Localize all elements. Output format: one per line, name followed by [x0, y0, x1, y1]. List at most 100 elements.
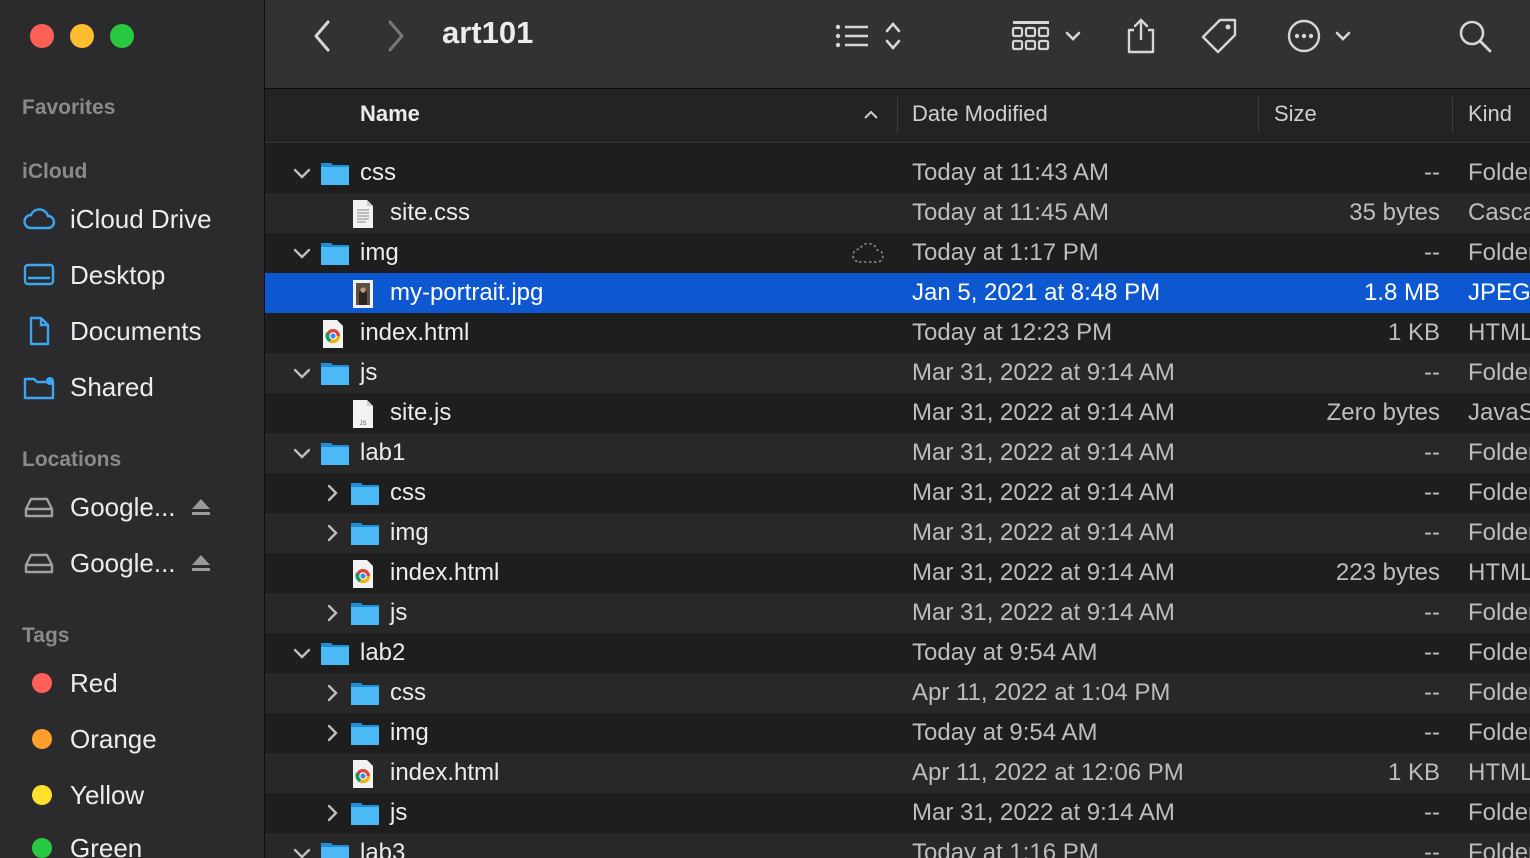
forward-button[interactable] — [377, 16, 413, 56]
sidebar-section-tags[interactable]: Tags — [22, 624, 69, 648]
sidebar-item-label: Documents — [70, 315, 202, 346]
html-file-icon — [350, 559, 380, 588]
file-kind: Folder — [1468, 719, 1530, 746]
chevron-right-icon[interactable] — [320, 721, 344, 745]
file-size: -- — [1424, 519, 1440, 546]
file-date-modified: Mar 31, 2022 at 9:14 AM — [912, 599, 1175, 626]
sidebar-item-shared[interactable]: Shared — [22, 365, 252, 409]
sidebar-item-label: Desktop — [70, 259, 166, 290]
file-row[interactable]: img Today at 9:54 AM -- Folder — [265, 713, 1530, 753]
chevron-down-icon[interactable] — [290, 441, 314, 465]
sidebar-section-favorites[interactable]: Favorites — [22, 96, 115, 120]
file-row[interactable]: index.html Today at 12:23 PM 1 KB HTML — [265, 313, 1530, 353]
file-date-modified: Jan 5, 2021 at 8:48 PM — [912, 279, 1161, 306]
sidebar-section-locations[interactable]: Locations — [22, 448, 121, 472]
file-date-modified: Apr 11, 2022 at 1:04 PM — [912, 679, 1171, 706]
file-row[interactable]: js Mar 31, 2022 at 9:14 AM -- Folder — [265, 793, 1530, 833]
file-size: 1 KB — [1387, 759, 1440, 786]
file-size: -- — [1424, 439, 1440, 466]
chevron-down-icon[interactable] — [290, 641, 314, 665]
chevron-down-icon[interactable] — [290, 361, 314, 385]
file-date-modified: Mar 31, 2022 at 9:14 AM — [912, 479, 1175, 506]
group-button[interactable] — [1007, 16, 1087, 56]
eject-icon[interactable] — [190, 553, 212, 578]
file-row[interactable]: js Mar 31, 2022 at 9:14 AM -- Folder — [265, 593, 1530, 633]
file-row[interactable]: js Mar 31, 2022 at 9:14 AM -- Folder — [265, 353, 1530, 393]
file-kind: Folder — [1468, 479, 1530, 506]
file-row[interactable]: site.css Today at 11:45 AM 35 bytes Cascadi… — [265, 193, 1530, 233]
file-row[interactable]: index.html Apr 11, 2022 at 12:06 PM 1 KB HT… — [265, 753, 1530, 793]
zoom-window-button[interactable] — [110, 24, 134, 48]
file-date-modified: Today at 9:54 AM — [912, 719, 1098, 746]
file-row[interactable]: img Today at 1:17 PM -- Folder — [265, 233, 1530, 273]
chevron-right-icon[interactable] — [320, 801, 344, 825]
chevron-right-icon[interactable] — [320, 681, 344, 705]
sidebar-item-documents[interactable]: Documents — [22, 309, 252, 353]
file-row[interactable]: lab2 Today at 9:54 AM -- Folder — [265, 633, 1530, 673]
column-header-date[interactable]: Date Modified — [912, 101, 1048, 127]
sidebar-item-label: Shared — [70, 371, 154, 402]
file-size: 1 KB — [1387, 319, 1440, 346]
file-row[interactable]: lab3 Today at 1:16 PM -- Folder — [265, 833, 1530, 858]
column-divider[interactable] — [1452, 97, 1453, 133]
document-icon — [22, 316, 58, 346]
column-divider[interactable] — [1258, 97, 1259, 133]
sidebar-item-tag-orange[interactable]: Orange — [22, 717, 252, 761]
sidebar-item-icloud-drive[interactable]: iCloud Drive — [22, 197, 252, 241]
sidebar-item-google-drive-1[interactable]: Google... — [22, 485, 252, 529]
file-kind: JavaScript — [1468, 399, 1530, 426]
minimize-window-button[interactable] — [70, 24, 94, 48]
tag-button[interactable] — [1197, 16, 1241, 56]
column-header-name[interactable]: Name — [360, 101, 420, 127]
file-kind: Folder — [1468, 839, 1530, 858]
close-window-button[interactable] — [30, 24, 54, 48]
chevron-down-icon[interactable] — [290, 161, 314, 185]
column-header-size[interactable]: Size — [1274, 101, 1317, 127]
sidebar-item-desktop[interactable]: Desktop — [22, 253, 252, 297]
file-size: 1.8 MB — [1363, 279, 1440, 306]
sidebar-item-tag-yellow[interactable]: Yellow — [22, 773, 252, 817]
file-date-modified: Mar 31, 2022 at 9:14 AM — [912, 519, 1175, 546]
back-button[interactable] — [305, 16, 341, 56]
file-kind: Folder — [1468, 439, 1530, 466]
file-row[interactable]: css Mar 31, 2022 at 9:14 AM -- Folder — [265, 473, 1530, 513]
file-name: js — [360, 359, 378, 386]
column-divider[interactable] — [897, 97, 898, 133]
sidebar: Favorites iCloud iCloud Drive Desktop Do… — [0, 0, 265, 858]
css-file-icon — [350, 199, 380, 228]
sidebar-item-google-drive-2[interactable]: Google... — [22, 541, 252, 585]
file-name: css — [360, 159, 396, 186]
file-date-modified: Today at 9:54 AM — [912, 639, 1098, 666]
sidebar-item-tag-red[interactable]: Red — [22, 661, 252, 705]
icloud-status-icon[interactable] — [850, 242, 886, 272]
share-button[interactable] — [1121, 16, 1161, 56]
list-view-button[interactable] — [830, 16, 910, 56]
file-row[interactable]: my-portrait.jpg Jan 5, 2021 at 8:48 PM 1.8… — [265, 273, 1530, 313]
column-header-kind[interactable]: Kind — [1468, 101, 1512, 127]
chevron-right-icon[interactable] — [320, 481, 344, 505]
file-row[interactable]: JS site.js Mar 31, 2022 at 9:14 AM Zero byt… — [265, 393, 1530, 433]
file-row[interactable]: img Mar 31, 2022 at 9:14 AM -- Folder — [265, 513, 1530, 553]
share-icon — [1127, 18, 1155, 54]
chevron-down-icon[interactable] — [290, 841, 314, 858]
file-row[interactable]: css Apr 11, 2022 at 1:04 PM -- Folder — [265, 673, 1530, 713]
sidebar-section-icloud[interactable]: iCloud — [22, 160, 87, 184]
file-date-modified: Mar 31, 2022 at 9:14 AM — [912, 559, 1175, 586]
search-button[interactable] — [1455, 16, 1495, 56]
tag-color-dot — [32, 729, 52, 749]
chevron-right-icon[interactable] — [320, 521, 344, 545]
chevron-down-icon[interactable] — [290, 241, 314, 265]
file-size: -- — [1424, 159, 1440, 186]
action-menu-button[interactable] — [1283, 16, 1355, 56]
file-row[interactable]: lab1 Mar 31, 2022 at 9:14 AM -- Folder — [265, 433, 1530, 473]
file-row[interactable]: css Today at 11:43 AM -- Folder — [265, 153, 1530, 193]
sidebar-item-label: Green — [70, 832, 143, 858]
chevron-right-icon[interactable] — [320, 601, 344, 625]
drive-icon — [22, 548, 58, 578]
file-row[interactable]: index.html Mar 31, 2022 at 9:14 AM 223 byt… — [265, 553, 1530, 593]
eject-icon[interactable] — [190, 497, 212, 522]
file-kind: Folder — [1468, 599, 1530, 626]
image-file-icon — [350, 279, 380, 308]
sidebar-item-tag-green[interactable]: Green — [22, 826, 252, 858]
file-kind: Folder — [1468, 239, 1530, 266]
